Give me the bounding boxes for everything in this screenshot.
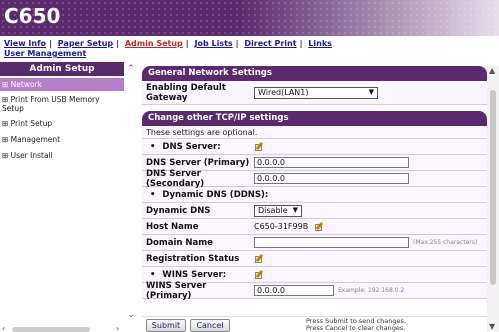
host-name-label: Host Name [146,221,199,232]
dns-server-label: DNS Server: [162,141,221,152]
dns-primary-label: DNS Server (Primary) [146,157,250,168]
edit-icon[interactable] [254,141,264,152]
row-dns-server: • DNS Server: [142,139,487,155]
dynamic-dns-select[interactable]: Disable ▼ [254,204,302,217]
row-host-name: Host Name C650-31F99B [142,219,487,235]
wins-primary-hint: Example: 192.168.0.2 [338,287,405,294]
nav-link-links[interactable]: Links [308,39,332,48]
nav-link-user-management[interactable]: User Management [4,49,86,58]
app-title: C650 [4,4,61,28]
scrollbar-thumb[interactable] [12,327,90,332]
row-registration-status: Registration Status [142,251,487,267]
sidebar-item-print-setup[interactable]: ⊞ Print Setup [0,117,124,130]
edit-icon[interactable] [314,221,324,232]
sidebar-item-user-install[interactable]: ⊞ User Install [0,149,124,162]
nav-link-direct-print[interactable]: Direct Print [244,39,296,48]
chevron-up-icon[interactable]: ▲ [489,66,495,75]
host-name-value: C650-31F99B [254,222,309,231]
gateway-select-value: Wired(LAN1) [258,88,309,97]
top-nav: View Info | Paper Setup | Admin Setup | Job… [4,39,332,48]
banner-fade [239,0,499,36]
section-title-general: General Network Settings [142,66,487,81]
dns-secondary-label: DNS Server (Secondary) [146,168,205,189]
section-title-tcpip: Change other TCP/IP settings [142,111,487,126]
row-dns-secondary: DNS Server (Secondary) 0.0.0.0 [142,168,487,189]
action-bar: Submit Cancel Press Submit to send chang… [142,316,487,332]
domain-name-label: Domain Name [146,237,213,248]
nav-link-paper-setup[interactable]: Paper Setup [58,39,113,48]
page-root: C650 View Info | Paper Setup | Admin Setup… [0,0,499,332]
edit-icon[interactable] [254,269,264,280]
row-default-gateway: Enabling Default Gateway Wired(LAN1) ▼ [142,81,487,105]
gateway-select[interactable]: Wired(LAN1) ▼ [254,86,378,99]
scrollbar-thumb[interactable] [490,90,496,285]
submit-button[interactable]: Submit [146,319,186,332]
sidebar-item-management[interactable]: ⊞ Management [0,133,124,146]
cancel-button[interactable]: Cancel [190,319,230,332]
press-cancel-text: Press Cancel to clear changes. [306,324,406,332]
nav-link-job-lists[interactable]: Job Lists [195,39,233,48]
wins-primary-input[interactable]: 0.0.0.0 [254,285,334,296]
registration-status-label: Registration Status [146,253,240,264]
sidebar-title: Admin Setup [0,62,124,76]
row-domain-name: Domain Name (Max.255 characters) [142,235,487,251]
chevron-down-icon: ▼ [368,88,374,96]
dynamic-dns-value: Disable [258,206,288,215]
chevron-up-icon[interactable]: ⌃ [124,62,138,76]
sidebar-item-network[interactable]: ⊞ Network [0,78,124,91]
optional-note: These settings are optional. [142,126,487,139]
wins-primary-label: WINS Server (Primary) [146,280,207,301]
row-wins-primary: WINS Server (Primary) 0.0.0.0 Example: 1… [142,280,487,301]
chevron-down-icon[interactable]: ▼ [489,322,495,331]
row-ddns: • Dynamic DNS (DDNS): [142,187,487,203]
ddns-label: Dynamic DNS (DDNS): [162,189,269,200]
chevron-down-icon[interactable]: ⌄ [124,308,138,322]
dns-primary-input[interactable]: 0.0.0.0 [254,157,409,168]
header-banner: C650 [0,0,499,36]
row-dynamic-dns: Dynamic DNS Disable ▼ [142,203,487,219]
main-content: General Network Settings Enabling Defaul… [142,66,487,332]
chevron-left-icon[interactable]: ‹ [2,324,5,332]
wins-server-label: WINS Server: [162,269,227,280]
gateway-label: Enabling Default Gateway [146,82,226,103]
main-vscrollbar[interactable]: ▲ ▼ [487,66,499,332]
sidebar: Admin Setup ⌃ ⊞ Network ⊞ Print From USB… [0,62,138,332]
sidebar-hscrollbar[interactable]: ‹ › [0,324,124,332]
domain-name-input[interactable] [254,237,409,248]
dns-secondary-input[interactable]: 0.0.0.0 [254,173,409,184]
nav-link-view-info[interactable]: View Info [4,39,46,48]
top-nav-line2: User Management [4,49,86,58]
action-help-text: Press Submit to send changes. Press Canc… [306,318,406,332]
nav-link-admin-setup[interactable]: Admin Setup [125,39,183,48]
chevron-right-icon[interactable]: › [116,324,119,332]
chevron-down-icon: ▼ [292,206,298,214]
dynamic-dns-label: Dynamic DNS [146,205,211,216]
domain-name-hint: (Max.255 characters) [413,239,478,246]
sidebar-item-print-from-usb[interactable]: ⊞ Print From USB Memory Setup [0,93,124,117]
edit-icon[interactable] [254,253,264,264]
